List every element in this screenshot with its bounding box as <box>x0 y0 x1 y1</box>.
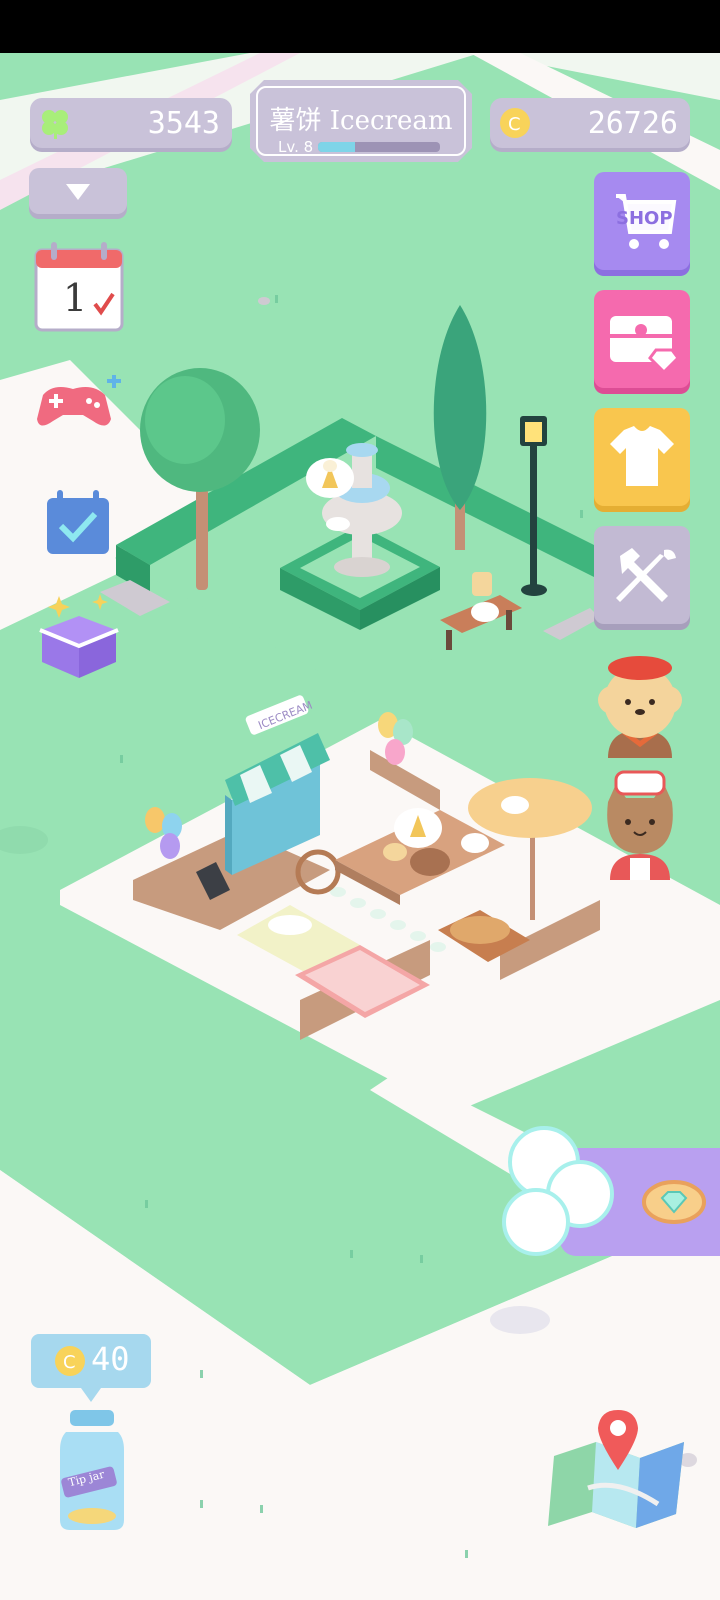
clover-icon <box>42 110 68 139</box>
gift-box-icon <box>39 594 119 678</box>
triangle-down-icon <box>66 184 90 200</box>
dog-beret-avatar <box>598 656 682 758</box>
coin-icon: C <box>500 108 530 138</box>
tip-reward-bubble[interactable]: C 40 <box>31 1334 151 1402</box>
build-tools-button[interactable] <box>594 526 690 624</box>
shop-button[interactable]: SHOP <box>594 172 690 270</box>
tip-jar-button[interactable]: Tip jar <box>56 1410 128 1534</box>
clover-count: 3543 <box>147 105 220 141</box>
diamond-coin-icon <box>642 1180 706 1224</box>
cotton-cloud-bundle[interactable] <box>498 1122 618 1262</box>
daily-calendar-button[interactable]: 1 <box>33 240 125 334</box>
player-title: 薯饼 Icecream <box>269 106 453 136</box>
player-title-plate[interactable]: 薯饼 Icecream Lv. 8 <box>250 80 472 162</box>
status-bar <box>0 0 720 53</box>
coin-counter[interactable]: C 26726 <box>490 98 690 148</box>
clover-counter[interactable]: 3543 <box>30 98 232 148</box>
treasure-chest-button[interactable] <box>594 290 690 388</box>
cotton-ball-icon <box>502 1126 614 1256</box>
svg-text:C: C <box>63 1352 76 1373</box>
tip-reward-amount: 40 <box>91 1340 130 1378</box>
xp-progress-bar <box>318 142 440 152</box>
world-map-button[interactable] <box>548 1408 690 1530</box>
tshirt-icon <box>610 426 674 486</box>
chest-diamond-icon <box>610 316 680 375</box>
outfit-button[interactable] <box>594 408 690 506</box>
minigame-button[interactable] <box>33 374 123 435</box>
visitor-avatar-dog[interactable] <box>590 640 690 758</box>
gift-box-button[interactable] <box>34 590 124 682</box>
player-level: Lv. 8 <box>278 138 314 156</box>
visitor-avatar-cat[interactable] <box>596 762 684 880</box>
hammer-wrench-icon <box>616 548 676 602</box>
dropdown-toggle-button[interactable] <box>29 168 127 214</box>
gamepad-plus-icon <box>37 374 121 426</box>
calendar-day: 1 <box>63 276 88 320</box>
shop-label: SHOP <box>616 208 673 229</box>
map-pin-icon <box>548 1410 684 1528</box>
tasks-button[interactable] <box>45 490 111 556</box>
checklist-icon <box>47 490 109 554</box>
svg-text:C: C <box>508 114 521 135</box>
cat-chef-avatar <box>607 770 673 880</box>
coin-count: 26726 <box>587 105 678 141</box>
coin-icon: C <box>55 1346 85 1376</box>
